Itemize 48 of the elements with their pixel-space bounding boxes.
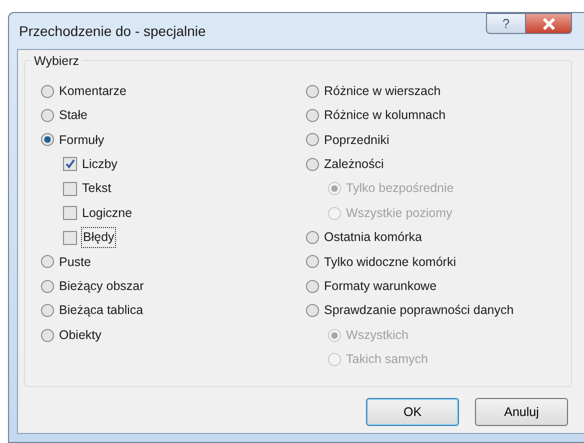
option-label: Stałe bbox=[59, 107, 88, 124]
option-label: Różnice w kolumnach bbox=[324, 107, 446, 124]
checkbox[interactable] bbox=[63, 182, 77, 196]
checkbox[interactable] bbox=[63, 206, 77, 220]
radio-button[interactable] bbox=[41, 84, 54, 98]
window-title: Przechodzenie do - specjalnie bbox=[18, 22, 206, 41]
radio-button[interactable] bbox=[306, 158, 319, 171]
radio-button[interactable] bbox=[306, 304, 319, 318]
option-label: Puste bbox=[59, 254, 91, 271]
radio-button[interactable] bbox=[41, 328, 54, 342]
checkbox[interactable] bbox=[63, 230, 77, 245]
option-label: Tylko bezpośrednie bbox=[346, 180, 454, 198]
radio-button[interactable] bbox=[306, 255, 319, 268]
option-label: Błędy bbox=[82, 228, 116, 247]
option-label: Ostatnia komórka bbox=[324, 229, 422, 246]
radio-button[interactable] bbox=[41, 133, 54, 146]
option-label: Zależności bbox=[324, 156, 384, 173]
option-label: Wszystkie poziomy bbox=[346, 204, 452, 222]
option-label: Sprawdzanie poprawności danych bbox=[324, 302, 514, 320]
close-icon bbox=[542, 18, 556, 30]
checkbox[interactable] bbox=[63, 157, 77, 172]
option-label: Formaty warunkowe bbox=[324, 278, 437, 295]
option-label: Formuły bbox=[59, 132, 104, 149]
option-label: Bieżący obszar bbox=[59, 278, 144, 295]
option-label: Tylko widoczne komórki bbox=[324, 254, 456, 271]
option-label: Wszystkich bbox=[346, 326, 408, 344]
dialog-button[interactable]: OK bbox=[366, 398, 459, 426]
option-label: Takich samych bbox=[346, 351, 428, 368]
option-label: Tekst bbox=[82, 180, 112, 198]
option-label: Obiekty bbox=[59, 326, 102, 344]
dialog-button[interactable]: Anuluj bbox=[475, 398, 568, 426]
radio-button[interactable] bbox=[306, 84, 319, 98]
radio-button[interactable] bbox=[41, 255, 54, 268]
option-label: Poprzedniki bbox=[324, 132, 390, 149]
help-button[interactable]: ? bbox=[486, 13, 526, 34]
radio-button[interactable] bbox=[41, 304, 54, 318]
option-label: Komentarze bbox=[59, 82, 126, 100]
option-label: Logiczne bbox=[82, 204, 132, 222]
radio-button[interactable] bbox=[306, 231, 319, 244]
radio-button[interactable] bbox=[306, 280, 319, 293]
option-label: Bieżąca tablica bbox=[59, 302, 144, 320]
option-label: Liczby bbox=[82, 156, 118, 173]
radio-button[interactable] bbox=[41, 109, 54, 122]
radio-button[interactable] bbox=[41, 280, 54, 293]
close-button[interactable] bbox=[526, 13, 572, 34]
radio-button[interactable] bbox=[306, 133, 319, 146]
option-label: Różnice w wierszach bbox=[324, 82, 441, 100]
radio-button[interactable] bbox=[306, 109, 319, 122]
